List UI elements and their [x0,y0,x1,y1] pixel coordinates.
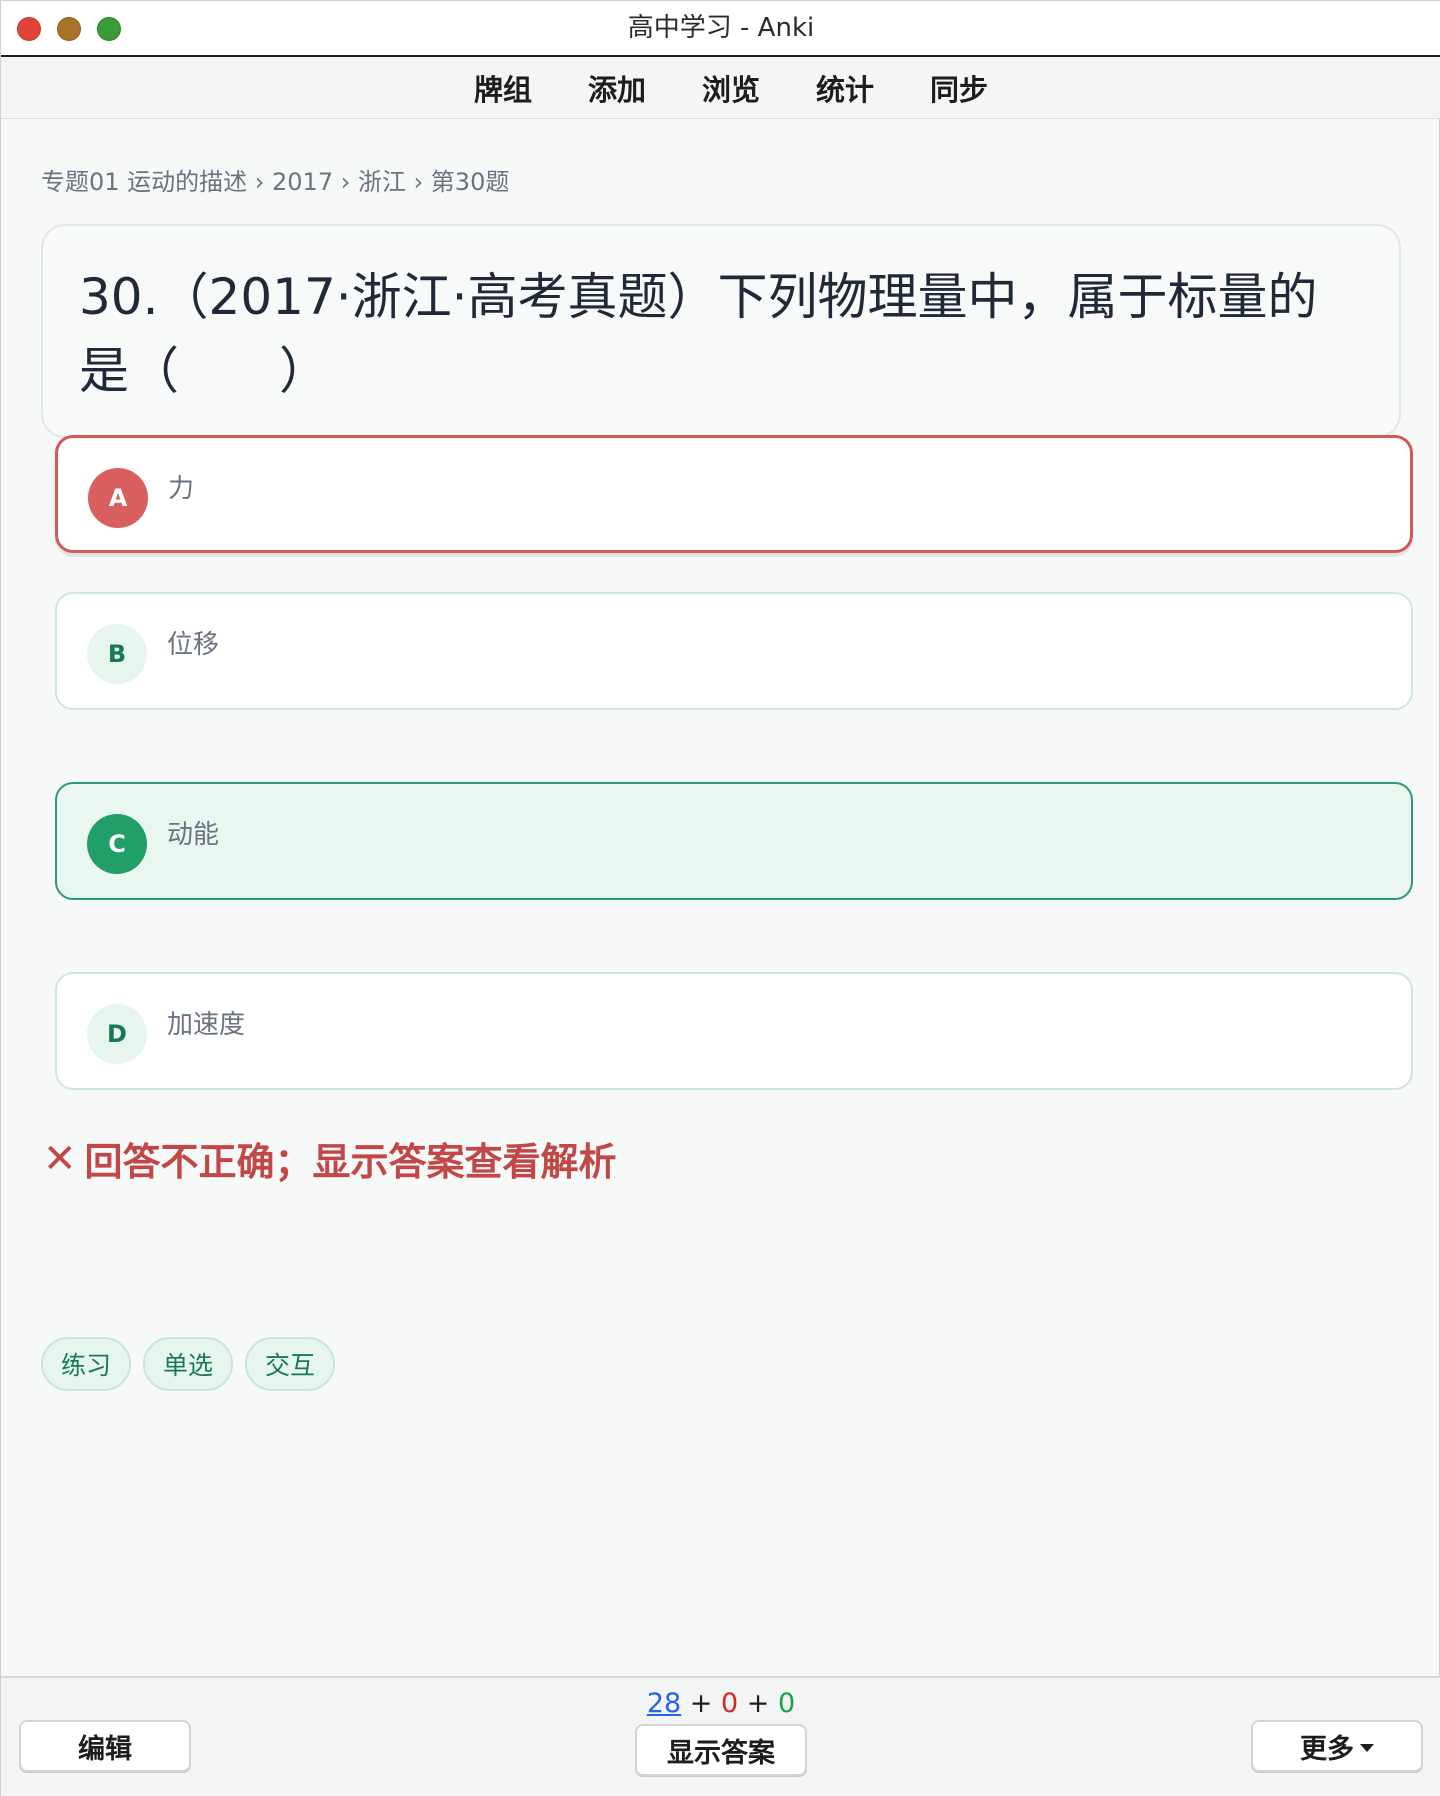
option-a-text: 力 [168,474,195,504]
nav-sync[interactable]: 同步 [930,67,988,109]
window-title: 高中学习 - Anki [627,13,815,43]
tag-list: 练习 单选 交互 [41,1337,336,1391]
show-answer-button[interactable]: 显示答案 [635,1724,807,1776]
tag-practice[interactable]: 练习 [41,1337,132,1391]
option-a[interactable]: A 力 [55,435,1413,553]
option-d[interactable]: D 加速度 [55,972,1413,1090]
new-count: 28 [646,1688,682,1719]
anki-window: 高中学习 - Anki 牌组 添加 浏览 统计 同步 专题01 运动的描述 › … [0,0,1440,1796]
option-c-text: 动能 [167,820,220,850]
question-line-1: 30.（2017·浙江·高考真题）下列物理量中，属于标量的 [79,268,1318,326]
card-content: 专题01 运动的描述 › 2017 › 浙江 › 第30题 30.（2017·浙… [1,120,1440,1676]
option-b[interactable]: B 位移 [55,592,1413,710]
caret-down-icon [1360,1744,1374,1752]
due-counts: 28 + 0 + 0 [1,1688,1440,1719]
breadcrumb: 专题01 运动的描述 › 2017 › 浙江 › 第30题 [41,168,510,196]
tag-interactive[interactable]: 交互 [245,1337,336,1391]
option-b-text: 位移 [167,630,220,660]
top-navigation: 牌组 添加 浏览 统计 同步 [1,57,1440,119]
option-a-badge: A [88,468,148,528]
learn-count: 0 [720,1688,739,1719]
nav-decks[interactable]: 牌组 [474,67,532,109]
result-message: ✕ 回答不正确；显示答案查看解析 [43,1131,617,1186]
option-b-badge: B [87,624,147,684]
option-d-text: 加速度 [167,1010,246,1040]
bottom-bar: 28 + 0 + 0 编辑 显示答案 更多 [1,1676,1440,1796]
nav-add[interactable]: 添加 [588,67,646,109]
edit-button[interactable]: 编辑 [19,1720,191,1772]
tag-single-choice[interactable]: 单选 [143,1337,234,1391]
option-c[interactable]: C 动能 [55,782,1413,900]
option-c-badge: C [87,814,147,874]
result-text: 回答不正确；显示答案查看解析 [84,1140,617,1184]
question-card: 30.（2017·浙江·高考真题）下列物理量中，属于标量的 是（ ） [41,224,1401,438]
more-button[interactable]: 更多 [1251,1720,1423,1772]
plus-sign-1: + [689,1688,713,1719]
title-bar: 高中学习 - Anki [1,1,1440,57]
question-line-2: 是（ ） [79,342,329,400]
nav-stats[interactable]: 统计 [816,67,874,109]
more-button-label: 更多 [1300,1733,1354,1765]
cross-icon: ✕ [43,1135,77,1182]
plus-sign-2: + [746,1688,770,1719]
nav-browse[interactable]: 浏览 [702,67,760,109]
option-d-badge: D [87,1004,147,1064]
review-count: 0 [777,1688,796,1719]
